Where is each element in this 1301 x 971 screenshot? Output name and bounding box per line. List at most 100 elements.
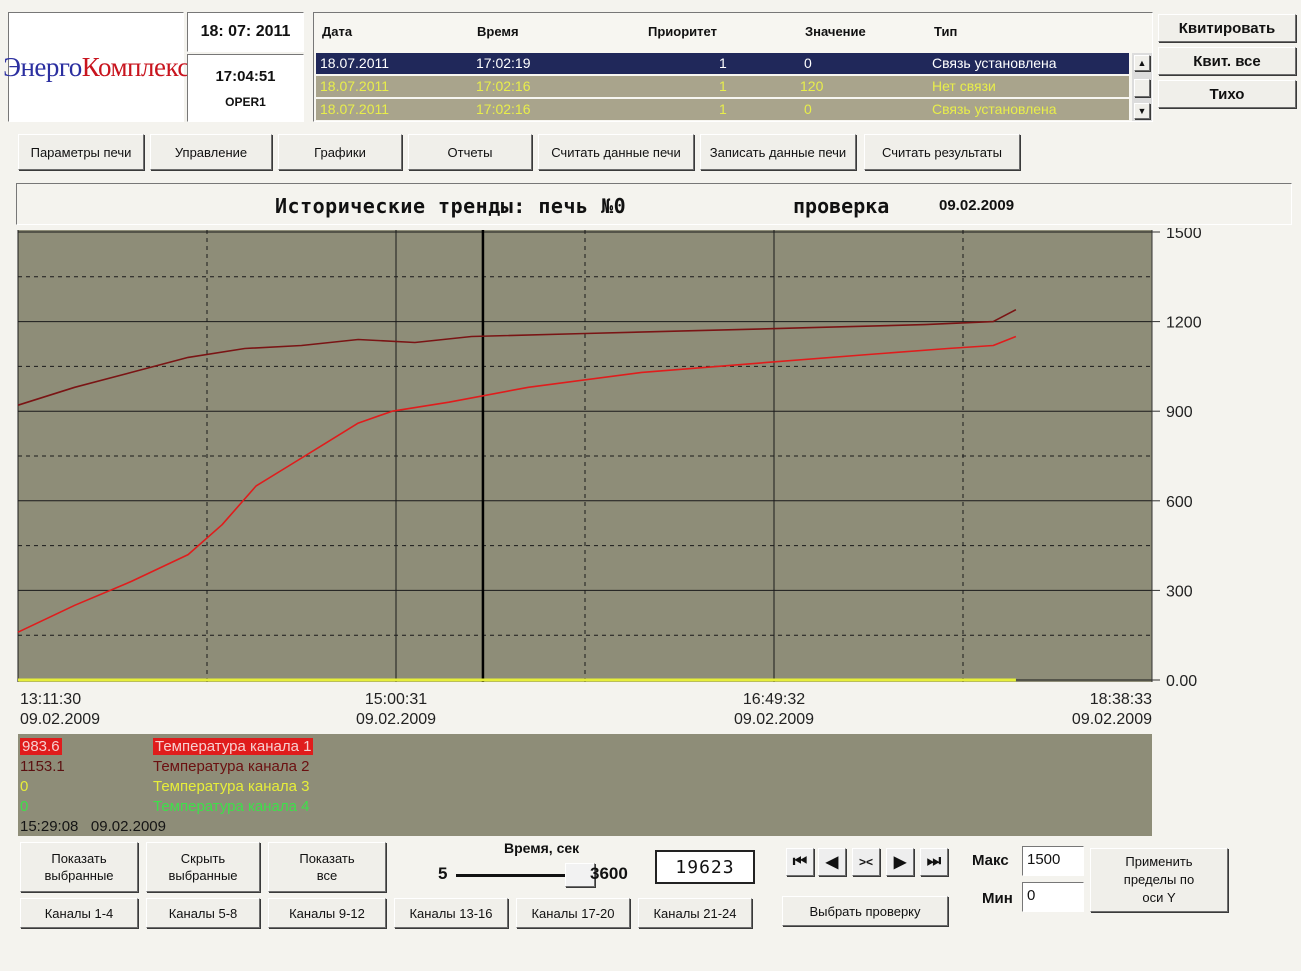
x-tick-time: 13:11:30 bbox=[20, 691, 81, 708]
col-type[interactable]: Тип bbox=[934, 24, 957, 39]
event-value: 120 bbox=[800, 78, 824, 94]
check-date: 09.02.2009 bbox=[939, 197, 1015, 214]
x-tick-time: 16:49:32 bbox=[743, 691, 805, 708]
operator-name: OPER1 bbox=[225, 94, 266, 109]
scroll-up-icon[interactable]: ▲ bbox=[1134, 55, 1150, 71]
channel1-value: 983.6 bbox=[20, 738, 62, 755]
event-date: 18.07.2011 bbox=[320, 55, 390, 71]
channel1-name[interactable]: Температура канала 1 bbox=[153, 738, 314, 755]
min-label: Мин bbox=[982, 890, 1013, 907]
hide-selected-button[interactable]: Скрыть выбранные bbox=[146, 842, 260, 892]
y-tick-label: 0.00 bbox=[1166, 673, 1197, 690]
event-row[interactable]: 18.07.2011 17:02:16 1 120 Нет связи bbox=[316, 76, 1129, 97]
channel3-value: 0 bbox=[20, 778, 29, 795]
first-icon[interactable]: ⏮ bbox=[786, 848, 814, 876]
channel4-value: 0 bbox=[20, 798, 29, 815]
select-check-button[interactable]: Выбрать проверку bbox=[782, 896, 948, 926]
slider-max-label: 3600 bbox=[590, 864, 628, 883]
write-furnace-data-button[interactable]: Записать данные печи bbox=[700, 134, 856, 170]
channels-9-12-button[interactable]: Каналы 9-12 bbox=[268, 898, 386, 928]
acknowledge-all-button[interactable]: Квит. все bbox=[1158, 47, 1296, 75]
event-type: Связь установлена bbox=[932, 55, 1057, 71]
x-tick-date: 09.02.2009 bbox=[20, 711, 100, 728]
read-results-button[interactable]: Считать результаты bbox=[864, 134, 1020, 170]
show-all-button[interactable]: Показать все bbox=[268, 842, 386, 892]
event-time: 17:02:16 bbox=[476, 78, 531, 94]
x-tick-date: 09.02.2009 bbox=[356, 711, 436, 728]
logo: ЭнергоКомплекс bbox=[3, 12, 189, 122]
y-tick-label: 600 bbox=[1166, 494, 1193, 511]
channels-1-4-button[interactable]: Каналы 1-4 bbox=[20, 898, 138, 928]
current-time: 17:04:51 bbox=[215, 67, 276, 85]
col-date[interactable]: Дата bbox=[322, 24, 352, 39]
event-log-scrollbar[interactable]: ▲ ▼ bbox=[1132, 53, 1152, 121]
event-row[interactable]: 18.07.2011 17:02:16 1 0 Связь установлен… bbox=[316, 99, 1129, 120]
logo-text-part1: Энерго bbox=[3, 51, 82, 82]
max-input[interactable]: 1500 bbox=[1022, 846, 1084, 876]
cursor-timestamp: 15:29:08 09.02.2009 bbox=[20, 818, 166, 835]
reports-button[interactable]: Отчеты bbox=[408, 134, 532, 170]
time-span-counter: 19623 bbox=[655, 850, 755, 884]
x-tick-date: 09.02.2009 bbox=[734, 711, 814, 728]
time-scale-label: Время, сек bbox=[504, 840, 580, 856]
scroll-down-icon[interactable]: ▼ bbox=[1134, 103, 1150, 119]
y-tick-label: 900 bbox=[1166, 404, 1193, 421]
channel3-name[interactable]: Температура канала 3 bbox=[153, 778, 309, 795]
max-label: Макс bbox=[972, 852, 1009, 869]
channel2-name[interactable]: Температура канала 2 bbox=[153, 758, 309, 775]
event-priority: 1 bbox=[719, 55, 727, 71]
channels-21-24-button[interactable]: Каналы 21-24 bbox=[638, 898, 752, 928]
channel4-name[interactable]: Температура канала 4 bbox=[153, 798, 309, 815]
x-tick-time: 15:00:31 bbox=[365, 691, 427, 708]
x-tick-date: 09.02.2009 bbox=[1072, 711, 1152, 728]
check-label: проверка bbox=[793, 194, 890, 218]
next-icon[interactable]: ▶ bbox=[886, 848, 914, 876]
event-row-selected[interactable]: 18.07.2011 17:02:19 1 0 Связь установлен… bbox=[316, 53, 1129, 74]
acknowledge-button[interactable]: Квитировать bbox=[1158, 14, 1296, 42]
channel-legend: 983.6 Температура канала 1 1153.1 Темпер… bbox=[18, 734, 1152, 836]
event-type: Нет связи bbox=[932, 78, 996, 94]
event-time: 17:02:19 bbox=[476, 55, 531, 71]
event-value: 0 bbox=[804, 55, 812, 71]
y-tick-label: 300 bbox=[1166, 583, 1193, 600]
col-priority[interactable]: Приоритет bbox=[648, 24, 717, 39]
channels-17-20-button[interactable]: Каналы 17-20 bbox=[516, 898, 630, 928]
event-priority: 1 bbox=[719, 78, 727, 94]
y-tick-label: 1500 bbox=[1166, 228, 1202, 242]
channels-5-8-button[interactable]: Каналы 5-8 bbox=[146, 898, 260, 928]
scroll-thumb[interactable] bbox=[1134, 79, 1150, 97]
channel2-value: 1153.1 bbox=[20, 758, 65, 775]
time-scale-slider[interactable]: Время, сек 5 3600 bbox=[430, 838, 642, 898]
trend-chart[interactable]: 1500 1200 900 600 300 0.00 13:11:30 09.02.2009 1… bbox=[0, 228, 1301, 730]
trend-title: Исторические тренды: печь №0 bbox=[275, 194, 627, 218]
min-input[interactable]: 0 bbox=[1022, 882, 1084, 912]
control-button[interactable]: Управление bbox=[150, 134, 272, 170]
event-type: Связь установлена bbox=[932, 101, 1057, 117]
silence-button[interactable]: Тихо bbox=[1158, 80, 1296, 108]
last-icon[interactable]: ⏭ bbox=[920, 848, 948, 876]
zoom-icon[interactable]: >< bbox=[852, 848, 880, 876]
event-log-header: Дата Время Приоритет Значение Тип bbox=[314, 13, 1152, 51]
prev-icon[interactable]: ◀ bbox=[818, 848, 846, 876]
show-selected-button[interactable]: Показать выбранные bbox=[20, 842, 138, 892]
event-date: 18.07.2011 bbox=[320, 78, 390, 94]
read-furnace-data-button[interactable]: Считать данные печи bbox=[538, 134, 694, 170]
event-date: 18.07.2011 bbox=[320, 101, 390, 117]
logo-text-part2: Комплекс bbox=[81, 51, 190, 82]
charts-button[interactable]: Графики bbox=[278, 134, 402, 170]
y-tick-label: 1200 bbox=[1166, 315, 1202, 332]
current-date: 18: 07: 2011 bbox=[187, 12, 304, 52]
trend-title-bar: Исторические тренды: печь №0 проверка 09… bbox=[16, 183, 1292, 225]
x-tick-time: 18:38:33 bbox=[1090, 691, 1152, 708]
event-value: 0 bbox=[804, 101, 812, 117]
event-time: 17:02:16 bbox=[476, 101, 531, 117]
furnace-params-button[interactable]: Параметры печи bbox=[18, 134, 144, 170]
col-time[interactable]: Время bbox=[477, 24, 519, 39]
channels-13-16-button[interactable]: Каналы 13-16 bbox=[394, 898, 508, 928]
col-value[interactable]: Значение bbox=[805, 24, 866, 39]
time-panel: 17:04:51 OPER1 bbox=[187, 54, 304, 122]
apply-y-limits-button[interactable]: Применить пределы по оси Y bbox=[1090, 848, 1228, 912]
event-log: Дата Время Приоритет Значение Тип 18.07.… bbox=[313, 12, 1153, 122]
event-priority: 1 bbox=[719, 101, 727, 117]
slider-min-label: 5 bbox=[438, 864, 448, 883]
